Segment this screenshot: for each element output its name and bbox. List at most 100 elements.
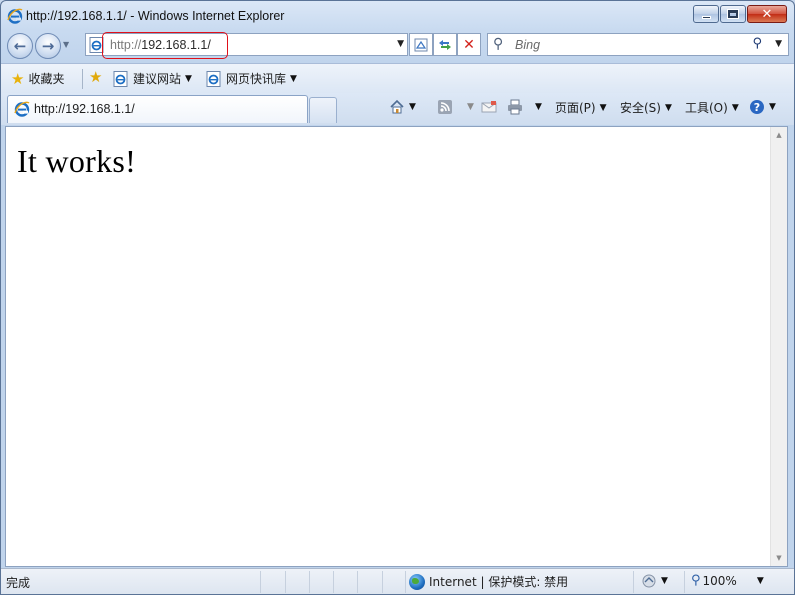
tab-bar: http://192.168.1.1/ ▼ ▼ ▼ 页面(P) ▼ 安全(S) …	[1, 93, 794, 125]
favorites-label: 收藏夹	[28, 72, 65, 86]
feeds-button[interactable]: ▼	[437, 99, 474, 115]
ie-page-icon	[206, 70, 221, 87]
safety-menu-label: 安全(S)	[620, 101, 661, 115]
search-options-dropdown[interactable]: ▼	[775, 39, 782, 49]
tools-menu-label: 工具(O)	[685, 101, 728, 115]
internet-globe-icon	[409, 573, 425, 590]
home-button[interactable]: ▼	[389, 99, 416, 115]
close-icon: ✕	[761, 6, 773, 22]
forward-arrow-icon: →	[41, 37, 55, 55]
chevron-down-icon: ▼	[769, 102, 776, 112]
favorites-item-suggested-sites[interactable]: 建议网站 ▼	[113, 70, 192, 87]
search-icon[interactable]: ⚲	[752, 36, 762, 51]
read-mail-button[interactable]	[481, 99, 497, 115]
status-bar: 完成 Internet | 保护模式: 禁用 ▼ ⚲ 100% ▼	[1, 568, 794, 594]
chevron-down-icon: ▼	[661, 576, 668, 586]
status-divider	[285, 571, 286, 593]
add-favorite-icon: ★	[89, 68, 103, 86]
add-to-favorites-bar-button[interactable]: ★	[89, 68, 106, 86]
favorites-bar: ★ 收藏夹 ★ 建议网站 ▼ 网页快讯库 ▼	[1, 63, 794, 93]
status-divider	[333, 571, 334, 593]
safety-menu-button[interactable]: 安全(S) ▼	[620, 99, 672, 116]
refresh-button[interactable]	[433, 33, 457, 56]
chevron-down-icon: ▼	[290, 73, 297, 84]
status-divider	[260, 571, 261, 593]
tab-label: http://192.168.1.1/	[34, 102, 135, 116]
stop-button[interactable]: ✕	[457, 33, 481, 56]
url-scheme: http://	[110, 38, 142, 52]
status-divider	[357, 571, 358, 593]
smartscreen-button[interactable]: ▼	[641, 573, 668, 589]
status-text: 完成	[6, 576, 31, 590]
search-engine-icon: ⚲	[493, 36, 504, 52]
status-divider	[309, 571, 310, 593]
magnifier-icon: ⚲	[691, 573, 701, 588]
zoom-level: 100%	[702, 573, 737, 588]
rss-feed-icon	[438, 100, 452, 114]
browser-window: http://192.168.1.1/ - Windows Internet E…	[0, 0, 795, 595]
chevron-down-icon: ▼	[731, 102, 739, 113]
search-box[interactable]: ⚲ Bing ⚲ ▼	[487, 33, 789, 56]
address-dropdown-button[interactable]: ▼	[397, 39, 404, 49]
chevron-down-icon: ▼	[664, 102, 672, 113]
navigation-bar: ← → ▼ http://192.168.1.1/ ▼ ✕ ⚲ Bing ⚲ ▼	[1, 31, 794, 61]
zoom-control[interactable]: ⚲ 100% ▼	[691, 573, 764, 588]
chevron-down-icon: ▼	[756, 575, 764, 586]
ie-page-icon	[89, 37, 104, 53]
compatibility-view-button[interactable]	[409, 33, 433, 56]
home-icon	[390, 99, 404, 114]
address-url[interactable]: http://192.168.1.1/	[110, 38, 211, 52]
maximize-button[interactable]	[720, 5, 746, 23]
status-divider	[382, 571, 383, 593]
stop-icon: ✕	[463, 36, 475, 53]
chevron-down-icon[interactable]: ▼	[467, 102, 474, 112]
status-divider	[684, 571, 685, 593]
address-bar[interactable]: http://192.168.1.1/ ▼	[85, 33, 408, 56]
favorites-item-label: 建议网站	[133, 72, 182, 86]
chevron-down-icon[interactable]: ▼	[409, 102, 416, 112]
ie-page-icon	[113, 70, 128, 87]
forward-button[interactable]: →	[35, 33, 61, 59]
close-button[interactable]: ✕	[747, 5, 787, 23]
window-title: http://192.168.1.1/ - Windows Internet E…	[26, 9, 285, 23]
minimize-icon	[694, 6, 718, 22]
vertical-scrollbar[interactable]: ▲ ▼	[770, 127, 787, 566]
minimize-button[interactable]	[693, 5, 719, 23]
chevron-down-icon: ▼	[599, 102, 607, 113]
help-icon: ?	[750, 100, 764, 114]
ie-logo-icon	[7, 8, 23, 24]
chevron-down-icon: ▼	[185, 73, 192, 84]
status-divider	[405, 571, 406, 593]
favorites-item-label: 网页快讯库	[226, 72, 287, 86]
maximize-icon	[721, 6, 745, 22]
page-menu-label: 页面(P)	[555, 101, 596, 115]
favorites-button[interactable]: ★ 收藏夹	[11, 70, 64, 87]
refresh-icon	[439, 39, 451, 50]
tools-menu-button[interactable]: 工具(O) ▼	[685, 99, 739, 116]
security-zone[interactable]: Internet | 保护模式: 禁用	[409, 573, 568, 590]
favorites-item-web-slice-gallery[interactable]: 网页快讯库 ▼	[206, 70, 297, 87]
scroll-down-icon[interactable]: ▼	[771, 550, 787, 566]
scroll-up-icon[interactable]: ▲	[771, 127, 787, 143]
title-bar: http://192.168.1.1/ - Windows Internet E…	[1, 1, 794, 31]
zone-label: Internet | 保护模式: 禁用	[429, 575, 569, 589]
printer-icon	[508, 99, 522, 115]
help-button[interactable]: ? ▼	[749, 99, 776, 115]
compatibility-view-icon	[414, 38, 428, 51]
chevron-down-icon[interactable]: ▼	[535, 102, 542, 112]
search-input[interactable]: Bing	[515, 38, 540, 52]
window-controls: ✕	[692, 5, 787, 23]
page-menu-button[interactable]: 页面(P) ▼	[555, 99, 607, 116]
favorites-separator	[82, 69, 83, 89]
smartscreen-icon	[642, 574, 656, 588]
svg-text:?: ?	[754, 101, 760, 114]
status-divider	[633, 571, 634, 593]
back-button[interactable]: ←	[7, 33, 33, 59]
recent-pages-dropdown[interactable]: ▼	[63, 40, 69, 49]
page-viewport: It works! ▲ ▼	[5, 126, 788, 567]
new-tab-button[interactable]	[309, 97, 337, 123]
print-button[interactable]: ▼	[507, 99, 542, 115]
page-heading: It works!	[17, 143, 137, 179]
favorites-star-icon: ★	[11, 69, 25, 88]
tab-current[interactable]: http://192.168.1.1/	[7, 95, 308, 123]
